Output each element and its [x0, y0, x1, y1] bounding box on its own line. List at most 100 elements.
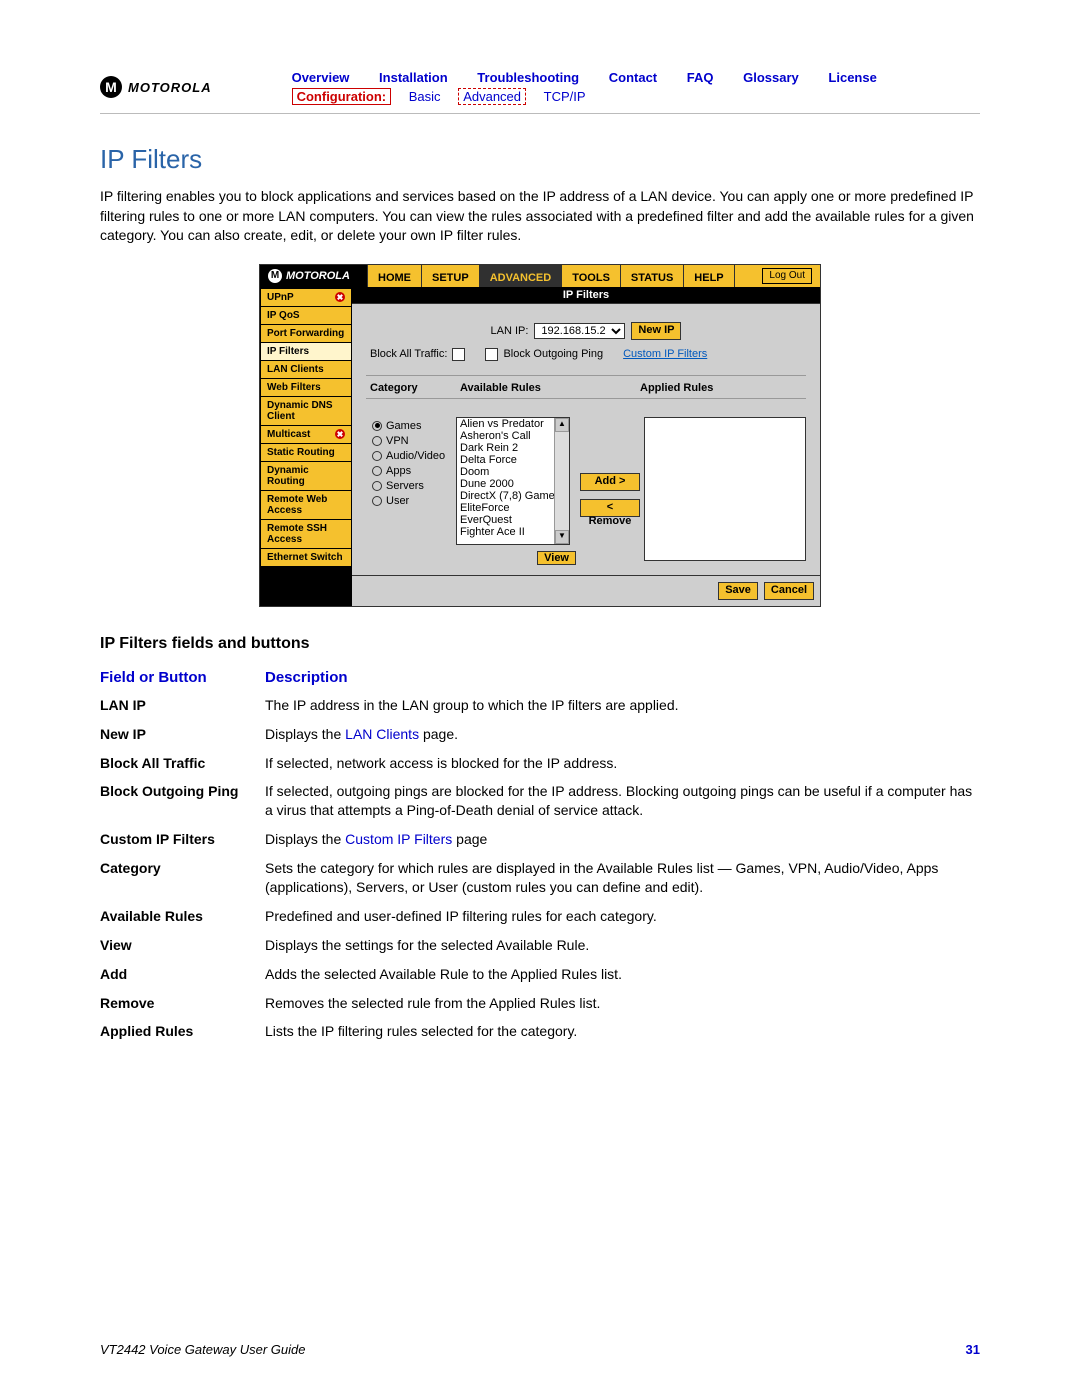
category-radio-servers[interactable]: Servers: [372, 480, 450, 492]
logout-button[interactable]: Log Out: [762, 268, 812, 284]
tab-help[interactable]: HELP: [684, 265, 734, 287]
sidebar-item-lan-clients[interactable]: LAN Clients: [261, 361, 351, 378]
sidebar-item-port-forwarding[interactable]: Port Forwarding: [261, 325, 351, 342]
field-desc: Sets the category for which rules are di…: [265, 859, 980, 897]
field-desc: Predefined and user-defined IP filtering…: [265, 907, 980, 926]
tab-setup[interactable]: SETUP: [422, 265, 480, 287]
brand-logo: M MOTOROLA: [100, 76, 212, 98]
disabled-icon: ✖: [335, 429, 345, 439]
sidebar-item-upnp[interactable]: UPnP✖: [261, 289, 351, 306]
sidebar-item-dynamic-dns-client[interactable]: Dynamic DNS Client: [261, 397, 351, 425]
category-radio-vpn[interactable]: VPN: [372, 435, 450, 447]
rule-item[interactable]: DirectX (7,8) Games: [457, 490, 569, 502]
field-desc: The IP address in the LAN group to which…: [265, 696, 980, 715]
lan-ip-label: LAN IP:: [491, 325, 529, 337]
inline-link[interactable]: LAN Clients: [345, 726, 419, 742]
page-footer: VT2442 Voice Gateway User Guide 31: [100, 1342, 980, 1357]
nav-glossary[interactable]: Glossary: [743, 70, 799, 85]
nav-contact[interactable]: Contact: [609, 70, 657, 85]
table-row: AddAdds the selected Available Rule to t…: [100, 965, 980, 984]
brand-word: MOTOROLA: [128, 80, 212, 95]
nav-license[interactable]: License: [828, 70, 876, 85]
sidebar-item-static-routing[interactable]: Static Routing: [261, 444, 351, 461]
nav-overview[interactable]: Overview: [292, 70, 350, 85]
scroll-down-icon[interactable]: ▼: [555, 530, 569, 544]
ui-sidebar: UPnP✖IP QoSPort ForwardingIP FiltersLAN …: [260, 287, 352, 606]
field-desc: Removes the selected rule from the Appli…: [265, 994, 980, 1013]
disabled-icon: ✖: [335, 292, 345, 302]
cancel-button[interactable]: Cancel: [764, 582, 814, 600]
rule-item[interactable]: Dark Rein 2: [457, 442, 569, 454]
available-rules-listbox[interactable]: Alien vs PredatorAsheron's CallDark Rein…: [456, 417, 570, 545]
new-ip-button[interactable]: New IP: [631, 322, 681, 340]
scrollbar[interactable]: ▲ ▼: [554, 418, 569, 544]
field-desc: If selected, outgoing pings are blocked …: [265, 782, 980, 820]
table-row: Available RulesPredefined and user-defin…: [100, 907, 980, 926]
col-category: Category: [366, 380, 456, 399]
category-radio-games[interactable]: Games: [372, 420, 450, 432]
table-head-field: Field or Button: [100, 669, 265, 686]
custom-ip-filters-link[interactable]: Custom IP Filters: [623, 348, 707, 360]
rule-item[interactable]: Delta Force: [457, 454, 569, 466]
motorola-m-icon: M: [100, 76, 122, 98]
field-name: LAN IP: [100, 696, 265, 715]
tab-status[interactable]: STATUS: [621, 265, 684, 287]
sidebar-item-ip-qos[interactable]: IP QoS: [261, 307, 351, 324]
sidebar-item-web-filters[interactable]: Web Filters: [261, 379, 351, 396]
rule-item[interactable]: Fighter Ace II: [457, 526, 569, 538]
rule-item[interactable]: EliteForce: [457, 502, 569, 514]
view-button[interactable]: View: [537, 551, 576, 565]
applied-rules-listbox[interactable]: [644, 417, 806, 561]
nav-faq[interactable]: FAQ: [687, 70, 714, 85]
page-title: IP Filters: [100, 144, 980, 175]
sidebar-item-remote-web-access[interactable]: Remote Web Access: [261, 491, 351, 519]
tab-home[interactable]: HOME: [368, 265, 422, 287]
remove-button[interactable]: < Remove: [580, 499, 640, 517]
col-available: Available Rules: [456, 380, 636, 399]
field-name: Block Outgoing Ping: [100, 782, 265, 820]
sidebar-item-remote-ssh-access[interactable]: Remote SSH Access: [261, 520, 351, 548]
table-row: Applied RulesLists the IP filtering rule…: [100, 1022, 980, 1041]
category-radio-apps[interactable]: Apps: [372, 465, 450, 477]
col-applied: Applied Rules: [636, 380, 806, 399]
field-name: Remove: [100, 994, 265, 1013]
lan-ip-select[interactable]: 192.168.15.2: [534, 323, 625, 339]
field-desc: Displays the LAN Clients page.: [265, 725, 980, 744]
subnav-advanced[interactable]: Advanced: [458, 88, 526, 105]
sub-nav: Configuration: Basic Advanced TCP/IP: [292, 88, 980, 105]
add-button[interactable]: Add >: [580, 473, 640, 491]
field-desc: Displays the settings for the selected A…: [265, 936, 980, 955]
rule-item[interactable]: Doom: [457, 466, 569, 478]
block-all-checkbox[interactable]: [452, 348, 465, 361]
save-button[interactable]: Save: [718, 582, 758, 600]
configuration-label: Configuration:: [292, 88, 392, 105]
nav-installation[interactable]: Installation: [379, 70, 448, 85]
rule-item[interactable]: EverQuest: [457, 514, 569, 526]
radio-icon: [372, 451, 382, 461]
inline-link[interactable]: Custom IP Filters: [345, 831, 452, 847]
ui-brand-logo: M MOTOROLA: [260, 265, 368, 287]
motorola-m-icon: M: [268, 269, 282, 283]
tab-tools[interactable]: TOOLS: [562, 265, 621, 287]
sidebar-item-multicast[interactable]: Multicast✖: [261, 426, 351, 443]
rule-item[interactable]: Dune 2000: [457, 478, 569, 490]
field-name: Available Rules: [100, 907, 265, 926]
block-outgoing-checkbox[interactable]: [485, 348, 498, 361]
category-radio-group: Games VPN Audio/Video Apps Servers User: [366, 413, 456, 510]
category-radio-user[interactable]: User: [372, 495, 450, 507]
subnav-basic[interactable]: Basic: [409, 89, 441, 104]
nav-troubleshooting[interactable]: Troubleshooting: [477, 70, 579, 85]
rule-item[interactable]: Alien vs Predator: [457, 418, 569, 430]
sidebar-item-ip-filters[interactable]: IP Filters: [261, 343, 351, 360]
intro-paragraph: IP filtering enables you to block applic…: [100, 187, 980, 246]
table-row: New IPDisplays the LAN Clients page.: [100, 725, 980, 744]
tab-advanced[interactable]: ADVANCED: [480, 265, 563, 287]
guide-name: VT2442 Voice Gateway User Guide: [100, 1342, 305, 1357]
radio-icon: [372, 421, 382, 431]
sidebar-item-dynamic-routing[interactable]: Dynamic Routing: [261, 462, 351, 490]
scroll-up-icon[interactable]: ▲: [555, 418, 569, 432]
sidebar-item-ethernet-switch[interactable]: Ethernet Switch: [261, 549, 351, 566]
category-radio-audio-video[interactable]: Audio/Video: [372, 450, 450, 462]
rule-item[interactable]: Asheron's Call: [457, 430, 569, 442]
subnav-tcpip[interactable]: TCP/IP: [544, 89, 586, 104]
